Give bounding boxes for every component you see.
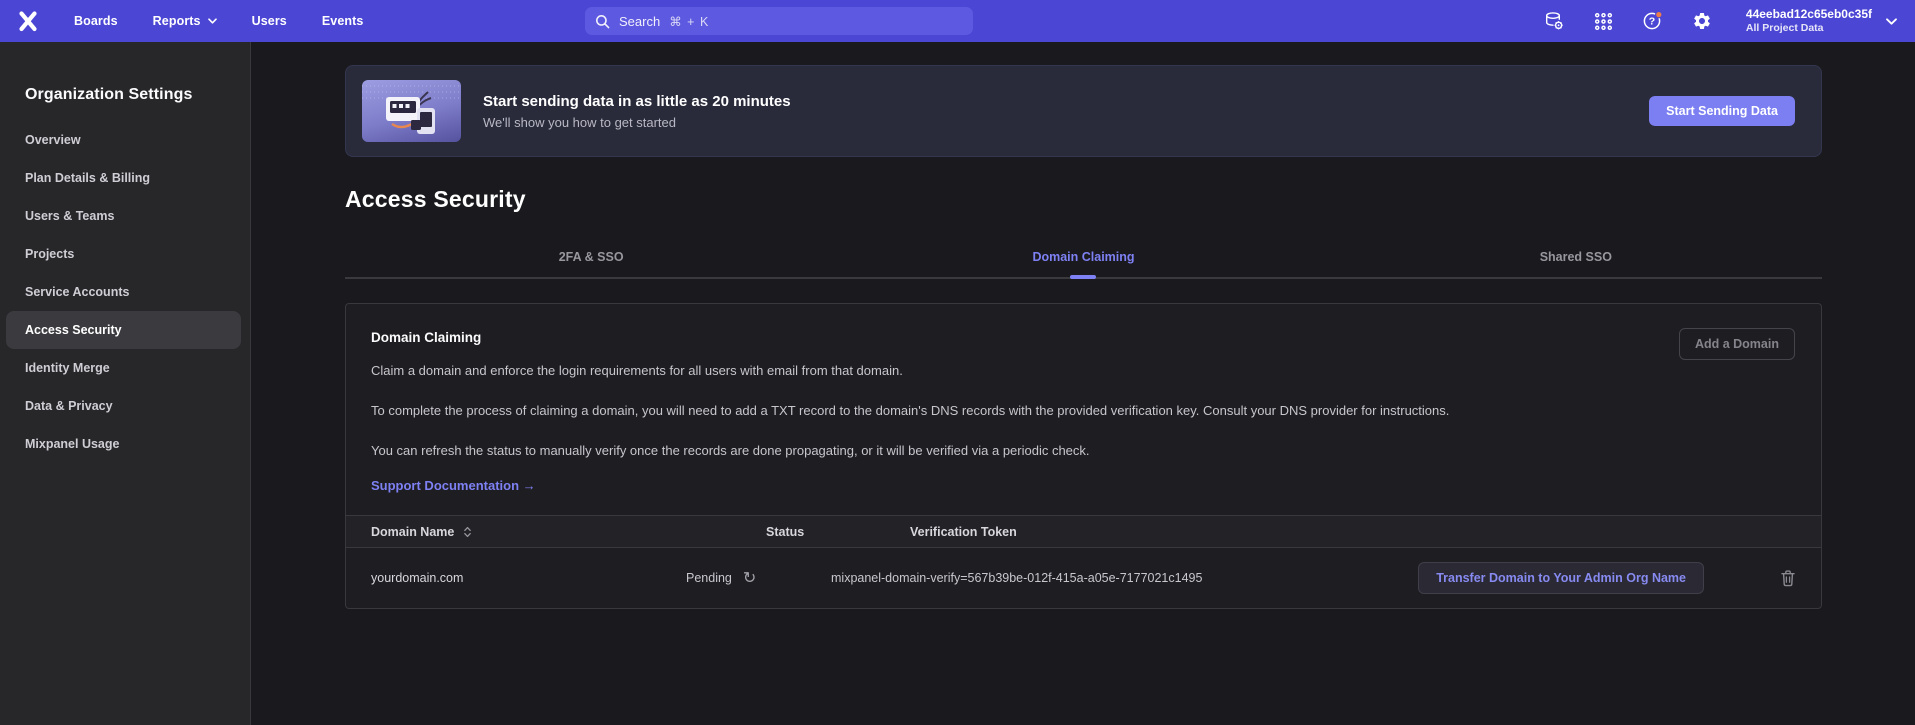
sidebar-item-plan-details-billing[interactable]: Plan Details & Billing: [6, 159, 241, 197]
sidebar-item-service-accounts[interactable]: Service Accounts: [6, 273, 241, 311]
banner-title: Start sending data in as little as 20 mi…: [483, 93, 791, 110]
nav-item-events[interactable]: Events: [318, 8, 368, 34]
settings-gear-icon[interactable]: [1691, 10, 1713, 32]
nav-item-label: Users: [252, 14, 287, 28]
add-domain-button[interactable]: Add a Domain: [1679, 328, 1795, 360]
column-header-domain-name: Domain Name: [371, 525, 454, 539]
nav-item-reports[interactable]: Reports: [149, 8, 221, 34]
navbar-right-actions: ? 44eebad12c65eb0c35f All Project Data: [1544, 0, 1897, 42]
card-title: Domain Claiming: [371, 330, 1796, 345]
sidebar-title: Organization Settings: [0, 86, 250, 104]
sort-icon[interactable]: [463, 526, 472, 538]
banner-illustration: [362, 80, 461, 142]
nav-item-boards[interactable]: Boards: [70, 8, 122, 34]
banner-text: Start sending data in as little as 20 mi…: [483, 93, 791, 130]
sidebar-item-identity-merge[interactable]: Identity Merge: [6, 349, 241, 387]
tab-domain-claiming[interactable]: Domain Claiming: [837, 250, 1329, 277]
start-sending-data-button[interactable]: Start Sending Data: [1649, 96, 1795, 126]
delete-domain-icon[interactable]: [1780, 569, 1796, 587]
domains-table: Domain Name Status Verification Token yo…: [346, 515, 1821, 608]
sidebar-item-users-teams[interactable]: Users & Teams: [6, 197, 241, 235]
search-icon: [595, 14, 610, 29]
global-search-input[interactable]: Search ⌘ + K: [585, 7, 973, 35]
data-management-icon[interactable]: [1544, 10, 1566, 32]
svg-text:?: ?: [1649, 16, 1655, 28]
notification-dot: [1656, 11, 1662, 17]
card-description-2: To complete the process of claiming a do…: [371, 400, 1531, 422]
sidebar-item-projects[interactable]: Projects: [6, 235, 241, 273]
transfer-domain-button[interactable]: Transfer Domain to Your Admin Org Name: [1418, 562, 1704, 594]
access-security-tabs: 2FA & SSO Domain Claiming Shared SSO: [345, 250, 1822, 279]
sidebar-item-overview[interactable]: Overview: [6, 121, 241, 159]
table-header-row: Domain Name Status Verification Token: [346, 515, 1821, 548]
apps-grid-icon[interactable]: [1593, 10, 1615, 32]
org-switcher[interactable]: 44eebad12c65eb0c35f All Project Data: [1746, 7, 1897, 35]
chevron-down-icon: [208, 18, 217, 24]
tab-shared-sso[interactable]: Shared SSO: [1330, 250, 1822, 277]
column-header-status: Status: [686, 525, 804, 539]
nav-item-label: Events: [322, 14, 364, 28]
column-header-verification-token: Verification Token: [831, 525, 1017, 539]
tab-2fa-sso[interactable]: 2FA & SSO: [345, 250, 837, 277]
org-settings-sidebar: Organization Settings Overview Plan Deta…: [0, 42, 251, 725]
domain-name-cell: yourdomain.com: [371, 571, 463, 585]
card-description-1: Claim a domain and enforce the login req…: [371, 360, 1531, 382]
verification-token-cell: mixpanel-domain-verify=567b39be-012f-415…: [831, 571, 1202, 585]
search-shortcut: ⌘ + K: [669, 14, 709, 29]
page-title: Access Security: [345, 186, 1822, 213]
sidebar-item-mixpanel-usage[interactable]: Mixpanel Usage: [6, 425, 241, 463]
main-content: Start sending data in as little as 20 mi…: [251, 42, 1915, 725]
banner-subtitle: We'll show you how to get started: [483, 115, 791, 130]
mixpanel-logo-icon[interactable]: [13, 6, 43, 36]
sidebar-item-access-security[interactable]: Access Security: [6, 311, 241, 349]
nav-item-label: Reports: [153, 14, 201, 28]
nav-item-label: Boards: [74, 14, 118, 28]
table-row: yourdomain.com Pending ↻ mixpanel-domain…: [346, 548, 1821, 608]
search-label: Search: [619, 14, 660, 29]
primary-nav: Boards Reports Users Events: [70, 8, 367, 34]
sidebar-item-data-privacy[interactable]: Data & Privacy: [6, 387, 241, 425]
onboarding-banner: Start sending data in as little as 20 mi…: [345, 65, 1822, 157]
domain-claiming-card: Domain Claiming Add a Domain Claim a dom…: [345, 303, 1822, 609]
org-id: 44eebad12c65eb0c35f: [1746, 7, 1872, 22]
status-badge: Pending: [686, 571, 732, 585]
help-icon[interactable]: ?: [1642, 10, 1664, 32]
top-navbar: Boards Reports Users Events Search ⌘ + K: [0, 0, 1915, 42]
nav-item-users[interactable]: Users: [248, 8, 291, 34]
sidebar-nav: Overview Plan Details & Billing Users & …: [0, 121, 250, 463]
org-scope: All Project Data: [1746, 22, 1872, 35]
chevron-down-icon: [1886, 18, 1897, 25]
refresh-status-icon[interactable]: ↻: [743, 570, 756, 586]
support-documentation-link[interactable]: Support Documentation →: [371, 478, 536, 493]
card-description-3: You can refresh the status to manually v…: [371, 440, 1531, 462]
